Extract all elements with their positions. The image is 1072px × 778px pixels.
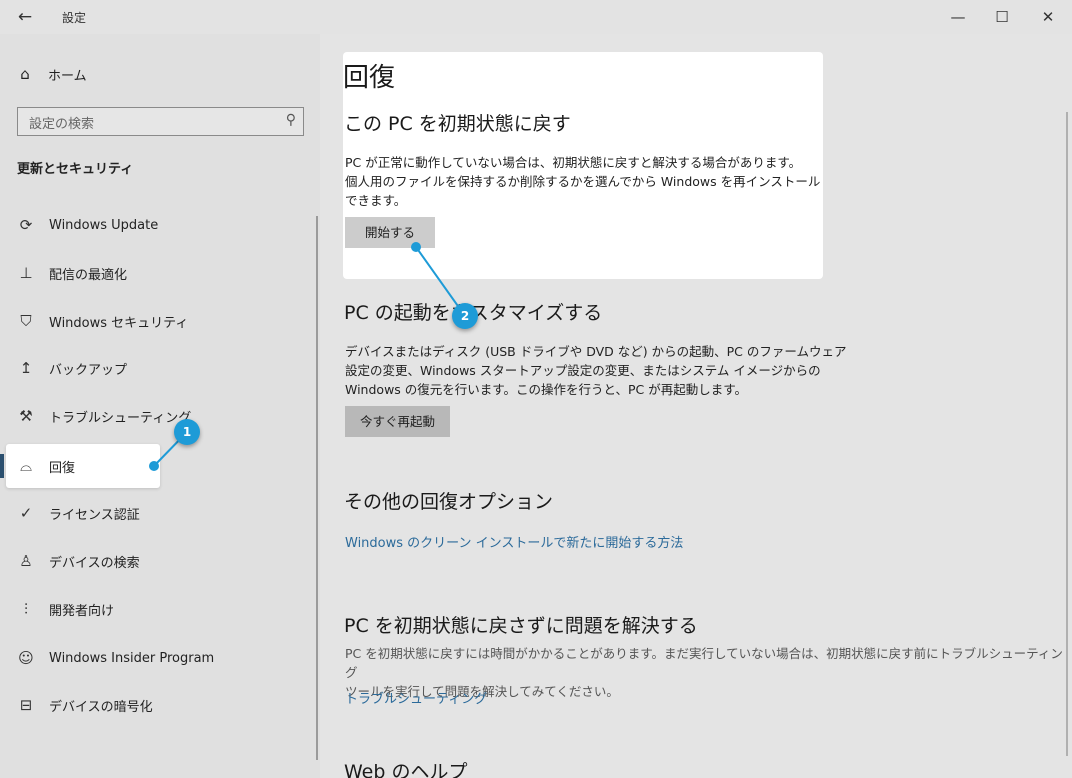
recovery-icon: ⌓ bbox=[20, 457, 32, 475]
search-input[interactable]: 設定の検索 ⚲ bbox=[17, 107, 304, 136]
page-title: 回復 bbox=[343, 63, 396, 93]
home-icon: ⌂ bbox=[20, 65, 30, 83]
wrench-icon: ⚒ bbox=[19, 407, 33, 425]
person-location-icon: ♙ bbox=[19, 552, 33, 570]
reset-desc-line: PC が正常に動作していない場合は、初期状態に戻すと解決する場合があります。 bbox=[345, 155, 802, 170]
reset-heading: この PC を初期状態に戻す bbox=[344, 113, 571, 135]
maximize-button[interactable]: ☐ bbox=[979, 0, 1025, 34]
encryption-icon: ⊟ bbox=[19, 696, 33, 714]
advanced-desc-line: Windows の復元を行います。この操作を行うと、PC が再起動します。 bbox=[345, 382, 748, 397]
sidebar-item-windows-security[interactable]: ⛉ Windows セキュリティ bbox=[0, 299, 300, 343]
sidebar-item-recovery[interactable]: ⌓ 回復 bbox=[6, 444, 160, 488]
close-button[interactable]: ✕ bbox=[1025, 0, 1071, 34]
sidebar-item-label: 回復 bbox=[49, 460, 76, 476]
web-help-heading: Web のヘルプ bbox=[344, 761, 468, 778]
advanced-startup-description: デバイスまたはディスク (USB ドライブや DVD など) からの起動、PC … bbox=[345, 342, 846, 399]
shield-icon: ⛉ bbox=[20, 312, 32, 330]
sidebar-item-troubleshoot[interactable]: ⚒ トラブルシューティング bbox=[0, 394, 300, 438]
sidebar-item-label: 開発者向け bbox=[49, 603, 115, 619]
sidebar-item-delivery-optimization[interactable]: ⊥ 配信の最適化 bbox=[0, 251, 300, 295]
delivery-optimization-icon: ⊥ bbox=[19, 264, 33, 282]
sidebar-item-device-encryption[interactable]: ⊟ デバイスの暗号化 bbox=[0, 683, 300, 727]
callout-badge-2: 2 bbox=[452, 303, 478, 329]
insider-cat-icon: ☺ bbox=[18, 649, 34, 667]
sidebar-item-label: バックアップ bbox=[49, 362, 128, 378]
sidebar-item-windows-update[interactable]: ⟳ Windows Update bbox=[0, 203, 300, 247]
fix-desc-line: PC を初期状態に戻すには時間がかかることがあります。まだ実行していない場合は、… bbox=[345, 646, 1063, 680]
search-icon: ⚲ bbox=[285, 112, 296, 128]
clean-install-link[interactable]: Windows のクリーン インストールで新たに開始する方法 bbox=[345, 532, 683, 551]
reset-description: PC が正常に動作していない場合は、初期状態に戻すと解決する場合があります。 個… bbox=[345, 153, 820, 210]
restart-now-button[interactable]: 今すぐ再起動 bbox=[345, 406, 450, 437]
refresh-icon: ⟳ bbox=[19, 216, 33, 234]
sidebar-item-label: デバイスの暗号化 bbox=[49, 699, 153, 715]
callout-badge-1: 1 bbox=[174, 419, 200, 445]
sidebar-item-find-device[interactable]: ♙ デバイスの検索 bbox=[0, 539, 300, 583]
check-circle-icon: ✓ bbox=[19, 504, 33, 522]
home-label: ホーム bbox=[48, 68, 87, 84]
sidebar-item-developers[interactable]: ⫶ 開発者向け bbox=[0, 587, 300, 631]
sidebar-item-insider[interactable]: ☺ Windows Insider Program bbox=[0, 636, 300, 680]
title-bar: ← 設定 — ☐ ✕ bbox=[0, 0, 1072, 34]
selection-indicator bbox=[0, 454, 4, 478]
sidebar-item-activation[interactable]: ✓ ライセンス認証 bbox=[0, 491, 300, 535]
minimize-button[interactable]: — bbox=[935, 0, 981, 34]
troubleshoot-link[interactable]: トラブルシューティング bbox=[345, 688, 487, 707]
developer-sliders-icon: ⫶ bbox=[24, 600, 28, 618]
sidebar-scrollbar[interactable] bbox=[316, 216, 318, 760]
sidebar-item-label: Windows Update bbox=[49, 217, 159, 233]
search-placeholder: 設定の検索 bbox=[29, 117, 95, 132]
sidebar-item-label: Windows セキュリティ bbox=[49, 315, 189, 331]
callout-dot-1 bbox=[149, 461, 159, 471]
sidebar-item-label: Windows Insider Program bbox=[49, 650, 215, 666]
sidebar-item-label: デバイスの検索 bbox=[49, 555, 140, 571]
section-title: 更新とセキュリティ bbox=[17, 162, 134, 177]
callout-dot-2 bbox=[411, 242, 421, 252]
backup-arrow-icon: ↥ bbox=[19, 359, 33, 377]
sidebar-item-label: 配信の最適化 bbox=[49, 267, 128, 283]
reset-desc-line: 個人用のファイルを保持するか削除するかを選んでから Windows を再インスト… bbox=[345, 174, 821, 189]
reset-start-button[interactable]: 開始する bbox=[345, 217, 435, 248]
sidebar-item-backup[interactable]: ↥ バックアップ bbox=[0, 346, 300, 390]
sidebar-item-label: トラブルシューティング bbox=[49, 410, 192, 426]
sidebar-home[interactable]: ⌂ ホーム bbox=[16, 64, 87, 84]
advanced-desc-line: デバイスまたはディスク (USB ドライブや DVD など) からの起動、PC … bbox=[345, 344, 847, 359]
advanced-desc-line: 設定の変更、Windows スタートアップ設定の変更、またはシステム イメージか… bbox=[345, 363, 821, 378]
window-title: 設定 bbox=[62, 11, 87, 25]
back-arrow-icon[interactable]: ← bbox=[12, 4, 38, 30]
fix-without-reset-heading: PC を初期状態に戻さずに問題を解決する bbox=[344, 615, 698, 637]
sidebar-item-label: ライセンス認証 bbox=[49, 507, 140, 523]
reset-desc-line: できます。 bbox=[345, 193, 407, 208]
other-options-heading: その他の回復オプション bbox=[344, 491, 554, 513]
